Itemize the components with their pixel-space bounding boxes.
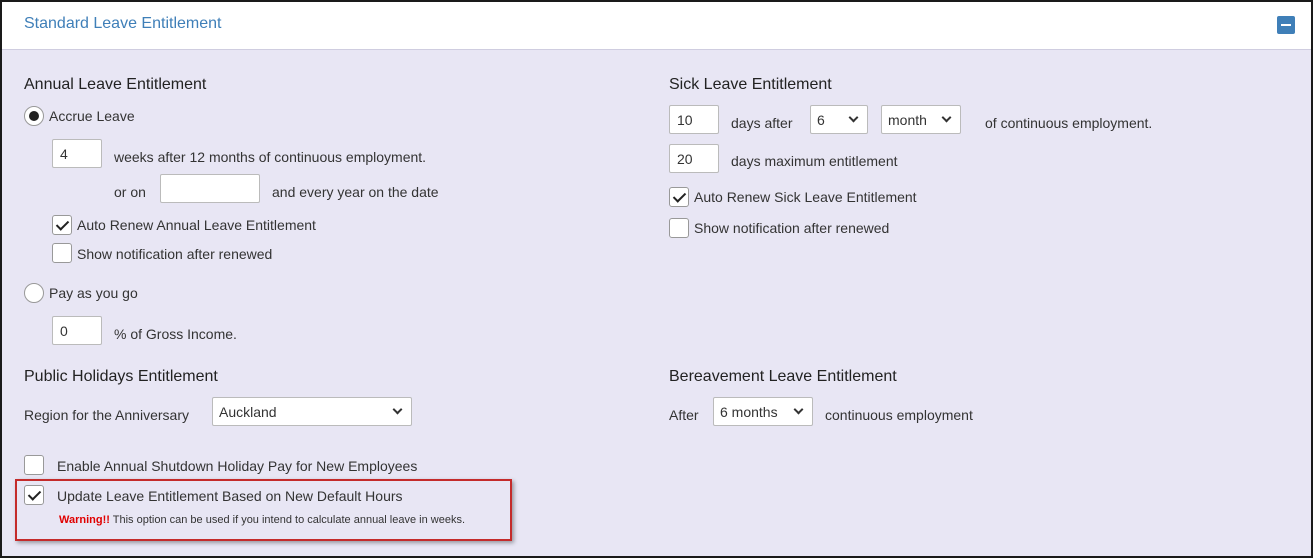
weeks-input[interactable] [52,139,102,168]
sick-max-label: days maximum entitlement [731,153,898,169]
auto-renew-annual-checkbox[interactable] [52,215,72,235]
region-label: Region for the Anniversary [24,407,189,423]
sick-continuous-label: of continuous employment. [985,115,1153,131]
bereavement-title: Bereavement Leave Entitlement [669,368,897,385]
sick-unit-value: month [888,112,927,128]
collapse-icon[interactable] [1277,16,1295,34]
pay-as-you-go-label: Pay as you go [49,285,138,301]
or-on-label: or on [114,184,146,200]
chevron-down-icon [848,112,859,123]
auto-renew-sick-label: Auto Renew Sick Leave Entitlement [694,189,917,205]
pay-as-you-go-radio[interactable] [24,283,44,303]
sick-days-input[interactable] [669,105,719,134]
shutdown-checkbox[interactable] [24,455,44,475]
anniversary-date-input[interactable] [160,174,260,203]
sick-notification-checkbox[interactable] [669,218,689,238]
shutdown-label: Enable Annual Shutdown Holiday Pay for N… [57,458,418,474]
bereavement-period-select[interactable]: 6 months [713,397,813,426]
accrue-leave-label: Accrue Leave [49,108,135,124]
gross-income-text: % of Gross Income. [114,326,237,342]
chevron-down-icon [793,404,804,415]
warning-message: Warning!! This option can be used if you… [59,514,465,526]
region-value: Auckland [219,404,277,420]
sick-unit-select[interactable]: month [881,105,961,134]
warning-text: This option can be used if you intend to… [109,514,466,526]
update-hours-checkbox[interactable] [24,485,44,505]
panel-header: Standard Leave Entitlement [2,2,1311,50]
auto-renew-annual-label: Auto Renew Annual Leave Entitlement [77,217,316,233]
bereavement-period-value: 6 months [720,404,778,420]
region-select[interactable]: Auckland [212,397,412,426]
chevron-down-icon [392,404,403,415]
standard-leave-panel: Standard Leave Entitlement Annual Leave … [0,0,1313,558]
auto-renew-sick-checkbox[interactable] [669,187,689,207]
weeks-text: weeks after 12 months of continuous empl… [114,149,427,165]
bereavement-after-label: After [669,407,699,423]
panel-title: Standard Leave Entitlement [24,15,222,32]
sick-leave-title: Sick Leave Entitlement [669,76,832,93]
every-year-text: and every year on the date [272,184,439,200]
days-after-label: days after [731,115,793,131]
sick-notification-label: Show notification after renewed [694,220,890,236]
bereavement-continuous-label: continuous employment [825,407,973,423]
accrue-leave-radio[interactable] [24,106,44,126]
sick-period-value: 6 [817,112,825,128]
gross-income-input[interactable] [52,316,102,345]
chevron-down-icon [941,112,952,123]
annual-notification-checkbox[interactable] [52,243,72,263]
sick-period-select[interactable]: 6 [810,105,868,134]
warning-label: Warning!! [59,514,110,526]
sick-max-input[interactable] [669,144,719,173]
update-hours-label: Update Leave Entitlement Based on New De… [57,488,403,504]
annual-leave-title: Annual Leave Entitlement [24,76,207,93]
annual-notification-label: Show notification after renewed [77,246,273,262]
public-holidays-title: Public Holidays Entitlement [24,368,218,385]
